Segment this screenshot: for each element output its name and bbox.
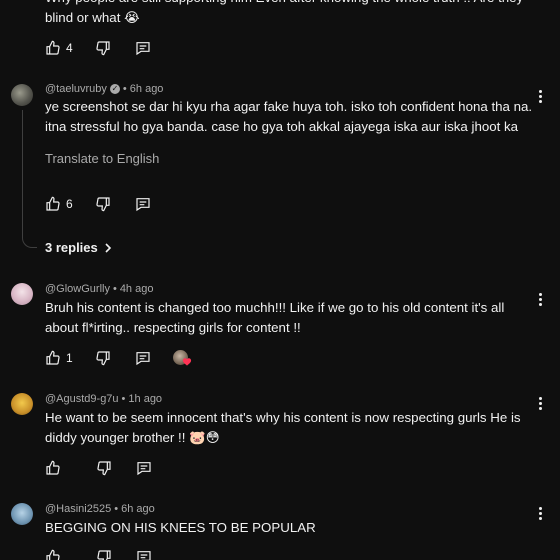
- dislike-button[interactable]: [96, 549, 112, 560]
- meta-separator: •: [112, 283, 117, 295]
- like-button[interactable]: 4: [45, 40, 73, 56]
- avatar[interactable]: [11, 283, 33, 305]
- verified-icon: ✓: [109, 84, 120, 94]
- like-button[interactable]: [45, 460, 66, 476]
- meta-separator: •: [114, 503, 119, 515]
- avatar[interactable]: [11, 84, 33, 106]
- comment-actions: 1: [45, 349, 193, 367]
- dislike-button[interactable]: [95, 40, 111, 56]
- comment-text: Why people are still supporting him Even…: [45, 0, 523, 25]
- like-button[interactable]: 6: [45, 196, 73, 212]
- comment-text: He want to be seem innocent that's why h…: [45, 410, 521, 445]
- more-vert-icon: [538, 516, 542, 520]
- reply-button[interactable]: [135, 350, 151, 366]
- replies-label: 3 replies: [45, 240, 98, 255]
- reply-button[interactable]: [136, 460, 152, 476]
- translate-link[interactable]: Translate to English: [45, 151, 159, 166]
- reply-button[interactable]: [135, 196, 151, 212]
- more-vert-icon: [538, 297, 542, 301]
- comment-time: 1h ago: [128, 393, 163, 405]
- avatar[interactable]: [11, 503, 33, 525]
- thumb-down-icon: [96, 351, 110, 366]
- dislike-button[interactable]: [96, 460, 112, 476]
- more-vert-icon: [538, 302, 542, 306]
- like-count: 4: [66, 41, 73, 55]
- reply-button[interactable]: [135, 40, 151, 56]
- comment-actions: 4: [45, 39, 151, 57]
- comment-meta: @taeluvruby ✓ • 6h ago: [45, 83, 163, 95]
- comment-time: 4h ago: [119, 283, 154, 295]
- comment-meta: @Hasini2525 • 6h ago: [45, 503, 155, 515]
- thumb-down-icon: [96, 41, 110, 56]
- reply-icon: [136, 42, 150, 56]
- more-vert-icon: [538, 511, 542, 515]
- thumb-up-icon: [46, 350, 60, 365]
- author-handle[interactable]: @Hasini2525: [45, 503, 111, 515]
- reply-button[interactable]: [136, 549, 152, 560]
- heart-icon: [182, 358, 191, 366]
- creator-heart-badge: [172, 349, 193, 367]
- comment-actions: 6: [45, 195, 151, 213]
- more-vert-icon: [538, 292, 542, 296]
- dislike-button[interactable]: [95, 350, 111, 366]
- reply-thread-line: [22, 110, 37, 248]
- meta-separator: •: [122, 83, 127, 95]
- author-handle[interactable]: @Agustd9-g7u: [45, 393, 119, 405]
- thumb-down-icon: [97, 550, 111, 560]
- thumb-up-icon: [46, 40, 60, 55]
- chevron-right-icon: [105, 242, 111, 253]
- reply-icon: [136, 198, 150, 212]
- comment-actions: [45, 459, 152, 477]
- like-count: 6: [66, 197, 73, 211]
- comments-page: Why people are still supporting him Even…: [0, 0, 560, 560]
- comment-text: ye screenshot se dar hi kyu rha agar fak…: [45, 99, 533, 134]
- more-vert-icon: [538, 99, 542, 103]
- more-vert-icon: [538, 406, 542, 410]
- more-vert-icon: [538, 89, 542, 93]
- more-vert-icon: [538, 506, 542, 510]
- author-handle[interactable]: @taeluvruby: [45, 83, 107, 95]
- avatar[interactable]: [11, 393, 33, 415]
- like-button[interactable]: [45, 549, 66, 560]
- comment-text: BEGGING ON HIS KNEES TO BE POPULAR: [45, 520, 316, 535]
- dislike-button[interactable]: [95, 196, 111, 212]
- thumb-up-icon: [46, 196, 60, 211]
- thumb-up-icon: [46, 549, 60, 560]
- like-button[interactable]: 1: [45, 350, 73, 366]
- more-vert-icon: [538, 401, 542, 405]
- like-count: 1: [66, 351, 73, 365]
- thumb-up-icon: [46, 460, 60, 475]
- comment-text: Bruh his content is changed too muchh!!!…: [45, 300, 505, 335]
- reply-icon: [137, 462, 151, 476]
- author-handle[interactable]: @GlowGurlly: [45, 283, 110, 295]
- reply-icon: [136, 352, 150, 366]
- comment-time: 6h ago: [129, 83, 164, 95]
- view-replies-button[interactable]: 3 replies: [45, 240, 112, 255]
- thumb-down-icon: [96, 197, 110, 212]
- thumb-down-icon: [97, 461, 111, 476]
- reply-icon: [137, 551, 151, 560]
- comment-meta: @GlowGurlly • 4h ago: [45, 283, 153, 295]
- comment-time: 6h ago: [121, 503, 155, 515]
- comment-meta: @Agustd9-g7u • 1h ago: [45, 393, 162, 405]
- meta-separator: •: [121, 393, 126, 405]
- comment-actions: [45, 548, 152, 560]
- more-vert-icon: [538, 94, 542, 98]
- more-vert-icon: [538, 396, 542, 400]
